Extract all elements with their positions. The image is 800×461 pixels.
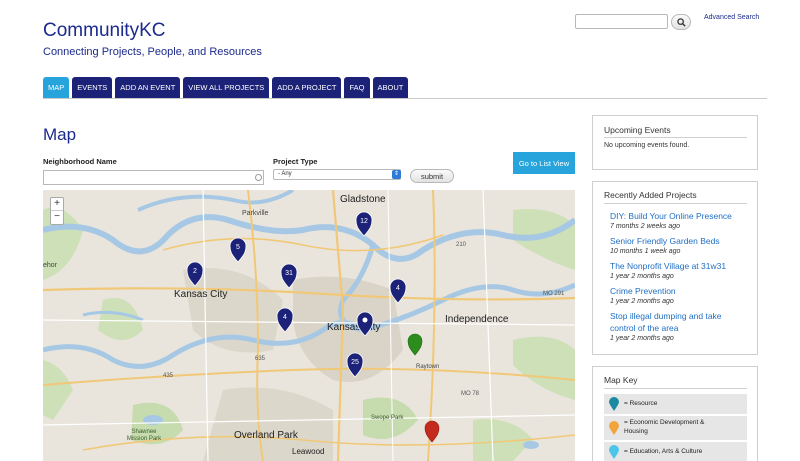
svg-text:25: 25 [351, 359, 359, 366]
place-label-raytown: Raytown [416, 364, 439, 370]
nav-divider [43, 98, 767, 99]
svg-text:12: 12 [360, 218, 368, 225]
select-arrow-icon: ⇕ [392, 170, 401, 179]
zoom-in-button[interactable]: + [51, 198, 63, 211]
key-label-education: = Education, Arts & Culture [624, 448, 703, 455]
page-title: Map [43, 125, 77, 144]
resource-marker-icon [609, 397, 619, 411]
tab-view-all-projects[interactable]: VIEW ALL PROJECTS [183, 77, 270, 98]
list-view-button[interactable]: Go to List View [513, 152, 575, 174]
neighborhood-label: Neighborhood Name [43, 157, 117, 166]
route-label-210: 210 [456, 242, 467, 248]
project-link[interactable]: The Nonprofit Village at 31w31 [610, 261, 726, 271]
key-row-economic-development: = Economic Development & Housing [604, 416, 747, 440]
svg-text:2: 2 [193, 268, 197, 275]
project-link-line2[interactable]: control of the area [610, 323, 679, 333]
site-title[interactable]: CommunityKC [43, 20, 165, 42]
upcoming-events-empty: No upcoming events found. [604, 142, 690, 149]
svg-text:4: 4 [283, 314, 287, 321]
project-link[interactable]: DIY: Build Your Online Presence [610, 211, 732, 221]
panel-divider [604, 137, 747, 138]
project-link[interactable]: Stop illegal dumping and take [610, 311, 722, 321]
key-row-education: = Education, Arts & Culture [604, 442, 747, 461]
project-type-label: Project Type [273, 157, 318, 166]
svg-text:31: 31 [285, 270, 293, 277]
project-age: 1 year 2 months ago [610, 335, 674, 342]
main-nav: MAP EVENTS ADD AN EVENT VIEW ALL PROJECT… [43, 77, 409, 98]
tab-faq[interactable]: FAQ [344, 77, 370, 98]
project-age: 1 year 2 months ago [610, 298, 674, 305]
project-age: 1 year 2 months ago [610, 273, 674, 280]
route-label-635: 635 [255, 356, 266, 362]
search-input[interactable] [575, 14, 668, 29]
map-key-title: Map Key [604, 375, 638, 385]
svg-text:4: 4 [396, 285, 400, 292]
site-tagline: Connecting Projects, People, and Resourc… [43, 46, 262, 58]
recent-projects-title: Recently Added Projects [604, 190, 697, 200]
project-age: 7 months 2 weeks ago [610, 223, 681, 230]
place-label-edge-west: ehor [43, 262, 58, 269]
upcoming-events-panel: Upcoming Events No upcoming events found… [592, 115, 758, 170]
svg-text:5: 5 [236, 244, 240, 251]
tab-events[interactable]: EVENTS [72, 77, 113, 98]
key-label-economic: = Economic Development & [624, 419, 705, 426]
education-marker-icon [609, 445, 619, 459]
place-label-swope-park: Swope Park [371, 415, 404, 421]
route-label-mo78: MO 78 [461, 391, 480, 397]
economic-marker-icon [609, 421, 619, 435]
project-age: 10 months 1 week ago [610, 248, 681, 255]
key-row-resource: = Resource [604, 394, 747, 414]
key-label-resource: = Resource [624, 400, 658, 407]
search-button[interactable] [671, 14, 691, 30]
place-label-gladstone: Gladstone [340, 194, 386, 205]
place-label-kansas-city-ks: Kansas City [174, 289, 227, 300]
route-label-435: 435 [163, 373, 174, 379]
panel-divider [604, 388, 747, 389]
map-key-panel: Map Key = Resource = Economic Developmen… [592, 366, 758, 461]
project-link[interactable]: Crime Prevention [610, 286, 676, 296]
search-icon [676, 17, 686, 27]
advanced-search-link[interactable]: Advanced Search [704, 14, 759, 21]
submit-button[interactable]: submit [410, 169, 454, 183]
panel-divider [604, 203, 747, 204]
recent-projects-panel: Recently Added Projects DIY: Build Your … [592, 181, 758, 355]
tab-map[interactable]: MAP [43, 77, 70, 98]
tab-add-event[interactable]: ADD AN EVENT [115, 77, 181, 98]
place-label-parkville: Parkville [242, 210, 269, 217]
tab-add-project[interactable]: ADD A PROJECT [272, 77, 342, 98]
place-label-leawood: Leawood [292, 447, 324, 456]
autocomplete-throbber-icon [255, 174, 262, 181]
map-zoom-control: + − [50, 197, 64, 225]
tab-about[interactable]: ABOUT [372, 77, 409, 98]
place-label-independence: Independence [445, 314, 509, 325]
map[interactable]: Gladstone Parkville Kansas City Kansas C… [43, 190, 575, 461]
key-label-economic-line2: Housing [624, 428, 648, 435]
zoom-out-button[interactable]: − [51, 211, 63, 224]
neighborhood-input[interactable] [43, 170, 264, 185]
project-link[interactable]: Senior Friendly Garden Beds [610, 236, 720, 246]
upcoming-events-title: Upcoming Events [604, 125, 671, 135]
place-label-overland-park: Overland Park [234, 430, 299, 441]
project-type-select[interactable]: - Any [273, 169, 401, 180]
route-label-mo291: MO 291 [543, 291, 565, 297]
map-canvas: Gladstone Parkville Kansas City Kansas C… [43, 190, 575, 461]
